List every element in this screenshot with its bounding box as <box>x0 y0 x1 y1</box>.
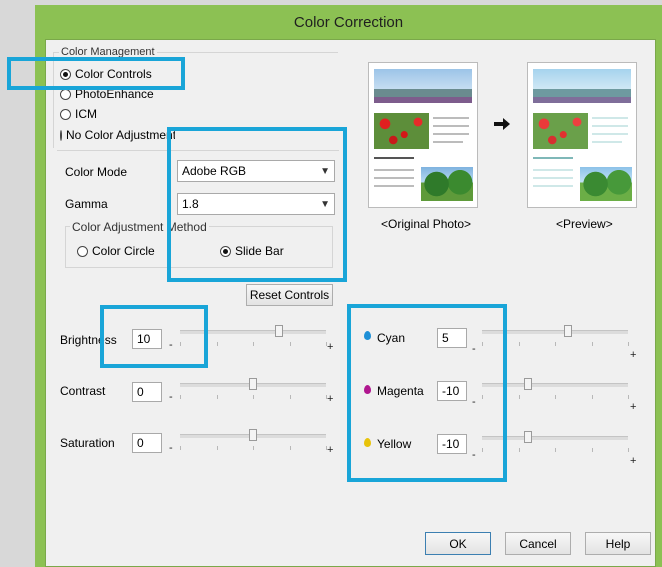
text-line <box>592 141 622 143</box>
text-line <box>433 117 469 119</box>
plus-sign: + <box>327 393 334 405</box>
original-photo-caption: <Original Photo> <box>381 217 472 231</box>
ok-button[interactable]: OK <box>425 532 491 555</box>
slider-tick <box>326 446 327 450</box>
slider-tick <box>518 342 520 346</box>
slider-tick <box>555 395 556 399</box>
photo-field <box>533 97 631 103</box>
text-line <box>533 157 573 159</box>
radio-label: Color Circle <box>92 244 155 258</box>
contrast-slider-thumb[interactable] <box>249 378 257 390</box>
text-line <box>374 169 414 171</box>
highlight-color-controls <box>7 57 185 90</box>
text-line <box>533 185 573 187</box>
text-line <box>533 177 573 179</box>
slider-tick <box>289 395 291 399</box>
plus-sign: + <box>327 341 334 353</box>
brightness-slider-thumb[interactable] <box>275 325 283 337</box>
slider-tick <box>289 342 291 346</box>
window-title: Color Correction <box>293 13 404 31</box>
slider-tick <box>253 342 254 346</box>
slider-tick <box>591 448 593 452</box>
slider-tick <box>518 395 520 399</box>
radio-indicator <box>60 88 71 100</box>
text-line <box>433 125 469 127</box>
cancel-button[interactable]: Cancel <box>505 532 571 555</box>
slider-tick <box>482 395 483 399</box>
photo-hills <box>374 89 472 97</box>
slider-tick <box>591 395 593 399</box>
radio-indicator <box>60 108 71 120</box>
slider-tick <box>591 342 593 346</box>
reset-controls-button[interactable]: Reset Controls <box>246 284 333 306</box>
photo-poppies <box>533 113 588 149</box>
slider-tick <box>216 342 218 346</box>
slider-tick <box>628 342 629 346</box>
radio-indicator <box>60 129 62 141</box>
slider-tick <box>628 448 629 452</box>
slider-tick <box>180 395 181 399</box>
contrast-label: Contrast <box>60 384 106 398</box>
slider-tick <box>555 448 556 452</box>
minus-sign: - <box>169 391 173 403</box>
saturation-input[interactable]: 0 <box>132 433 162 453</box>
color-mode-label: Color Mode <box>65 165 128 179</box>
radio-no-color-adjustment[interactable]: No Color Adjustment <box>60 128 175 142</box>
gamma-label: Gamma <box>65 197 108 211</box>
text-line <box>592 125 628 127</box>
cyan-slider-thumb[interactable] <box>564 325 572 337</box>
slider-tick <box>482 342 483 346</box>
minus-sign: - <box>169 442 173 454</box>
slider-tick <box>216 446 218 450</box>
highlight-brightness <box>100 305 208 368</box>
text-line <box>433 133 469 135</box>
radio-icm[interactable]: ICM <box>60 107 97 121</box>
slider-tick <box>180 342 181 346</box>
saturation-label: Saturation <box>60 436 115 450</box>
slider-tick <box>253 395 254 399</box>
saturation-slider-thumb[interactable] <box>249 429 257 441</box>
plus-sign: + <box>630 401 637 413</box>
radio-color-circle[interactable]: Color Circle <box>77 244 155 258</box>
highlight-mode-settings <box>167 127 347 282</box>
arrow-right-icon <box>494 117 510 134</box>
slider-tick <box>482 448 483 452</box>
radio-indicator <box>77 245 88 257</box>
photo-trees <box>421 167 473 201</box>
text-line <box>374 177 414 179</box>
slider-tick <box>518 448 520 452</box>
slider-tick <box>555 342 556 346</box>
slider-tick <box>289 446 291 450</box>
plus-sign: + <box>327 444 334 456</box>
text-line <box>533 169 573 171</box>
text-line <box>592 133 628 135</box>
photo-hills <box>533 89 631 97</box>
plus-sign: + <box>630 455 637 467</box>
slider-tick <box>216 395 218 399</box>
yellow-slider-thumb[interactable] <box>524 431 532 443</box>
text-line <box>592 117 628 119</box>
text-line <box>374 157 414 159</box>
slider-tick <box>628 395 629 399</box>
plus-sign: + <box>630 349 637 361</box>
contrast-input[interactable]: 0 <box>132 382 162 402</box>
highlight-color-balance <box>347 304 507 482</box>
text-line <box>374 185 414 187</box>
photo-field <box>374 97 472 103</box>
original-photo-thumbnail <box>368 62 478 208</box>
magenta-slider-thumb[interactable] <box>524 378 532 390</box>
radio-label: ICM <box>75 107 97 121</box>
slider-tick <box>326 342 327 346</box>
photo-poppies <box>374 113 429 149</box>
preview-photo-thumbnail <box>527 62 637 208</box>
preview-caption: <Preview> <box>556 217 613 231</box>
slider-tick <box>180 446 181 450</box>
radio-label: No Color Adjustment <box>66 128 175 142</box>
photo-trees <box>580 167 632 201</box>
slider-tick <box>253 446 254 450</box>
help-button[interactable]: Help <box>585 532 651 555</box>
text-line <box>433 141 463 143</box>
title-bar: Color Correction <box>35 5 662 39</box>
slider-tick <box>326 395 327 399</box>
